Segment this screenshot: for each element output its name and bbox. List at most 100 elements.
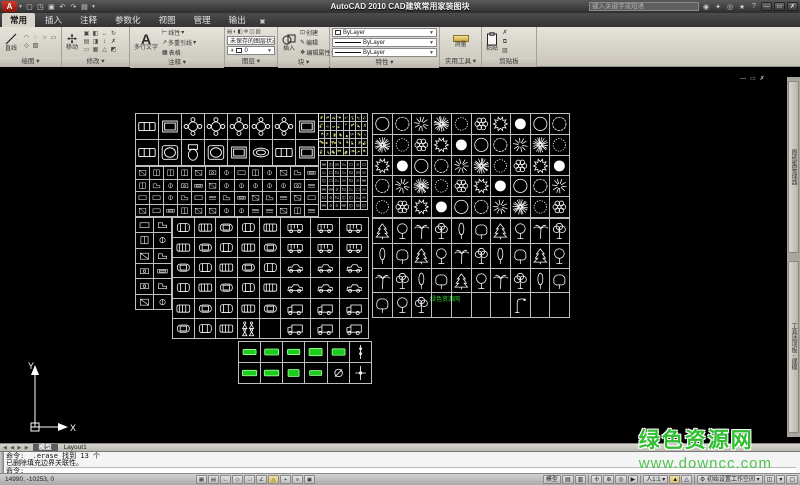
annotate-panel-label[interactable]: 注释 ▾: [130, 58, 224, 68]
draw-panel-label[interactable]: 绘图 ▾: [0, 57, 61, 67]
dw-restore-icon[interactable]: ▭: [750, 76, 760, 82]
clean-screen-icon[interactable]: ▢: [786, 475, 798, 484]
snap-toggle-icon[interactable]: ▦: [196, 475, 207, 484]
line-button[interactable]: 直线: [2, 32, 20, 53]
pan-icon[interactable]: ✢: [591, 475, 602, 484]
trim-icon[interactable]: ✗: [109, 38, 118, 46]
stretch-icon[interactable]: ↔: [100, 30, 109, 38]
steering-wheel-icon[interactable]: ◎: [615, 475, 626, 484]
linetype-dropdown[interactable]: ByLayer▼: [332, 48, 437, 57]
ribbon-tab-3[interactable]: 参数化: [107, 13, 149, 27]
favorites-star-icon[interactable]: ★: [737, 3, 747, 11]
layer-off-icon[interactable]: ◐: [233, 29, 236, 35]
redo-icon[interactable]: ↷: [68, 3, 79, 11]
dyn-toggle-icon[interactable]: +: [280, 475, 291, 484]
close-icon[interactable]: ✗: [787, 2, 798, 11]
block-panel-label[interactable]: 块 ▾: [278, 58, 329, 68]
break-icon[interactable]: ◩: [109, 46, 118, 54]
offset-icon[interactable]: ◨: [91, 38, 100, 46]
mtext-button[interactable]: A 多行文字: [132, 33, 160, 52]
layers-panel-label[interactable]: 图层 ▾: [225, 57, 277, 67]
toolbar-lock-icon[interactable]: ◫: [764, 475, 776, 484]
layer-tools-row[interactable]: ▤◐◧❄◫▥: [227, 29, 275, 35]
linear-dim-button[interactable]: ⊢线性 ▾: [162, 28, 196, 37]
model-space-button[interactable]: 模型: [543, 475, 561, 484]
arc-icon[interactable]: ◠: [22, 34, 31, 42]
help-icon[interactable]: ?: [749, 3, 759, 10]
undo-icon[interactable]: ↶: [57, 3, 68, 11]
layer-dropdown[interactable]: ☀ 0▼: [227, 46, 275, 55]
ribbon-tab-4[interactable]: 视图: [151, 13, 184, 27]
revision-cloud-icon[interactable]: ◌: [31, 34, 40, 42]
paste-button[interactable]: 粘贴: [484, 32, 500, 53]
autoscale-icon[interactable]: △: [681, 475, 692, 484]
array-icon[interactable]: ▦: [91, 46, 100, 54]
sheet-set-manager-tab[interactable]: 图纸集管理器: [788, 81, 799, 253]
workspace-switcher[interactable]: ⚙ 初始设置工作空间 ▾: [697, 475, 763, 484]
layer-match-icon[interactable]: ▥: [256, 29, 261, 35]
exchange-icon[interactable]: ✦: [713, 3, 723, 11]
help-search-input[interactable]: [589, 2, 699, 11]
save-icon[interactable]: ▣: [46, 3, 57, 11]
plot-icon[interactable]: ▤: [79, 3, 90, 11]
command-window[interactable]: 命令: _.erase 找到 13 个 已删除填充边界关联性。 命令:: [0, 451, 800, 473]
ribbon-tab-1[interactable]: 插入: [37, 13, 70, 27]
autocad-logo-icon[interactable]: A: [2, 1, 17, 12]
move-button[interactable]: ✢ 移动: [64, 33, 80, 52]
fillet-icon[interactable]: ▭: [82, 46, 91, 54]
ribbon-minimize-icon[interactable]: ▣: [260, 18, 266, 27]
modify-tools-cluster[interactable]: ▣◧↔↻ ▤◨↕✗ ▭▦△◩: [82, 30, 118, 54]
layer-lock-icon[interactable]: ◫: [249, 29, 254, 35]
dw-close-icon[interactable]: ✗: [760, 76, 769, 82]
rotate-icon[interactable]: ↻: [109, 30, 118, 38]
mirror-icon[interactable]: ◧: [91, 30, 100, 38]
layer-state-dropdown[interactable]: 未保存的图层状态▼: [227, 36, 275, 45]
ribbon-tab-6[interactable]: 输出: [221, 13, 254, 27]
communication-center-icon[interactable]: ◎: [725, 3, 735, 11]
layer-isolate-icon[interactable]: ◧: [238, 29, 243, 35]
open-icon[interactable]: ◳: [35, 3, 46, 11]
zoom-icon[interactable]: ⊕: [603, 475, 614, 484]
grid-toggle-icon[interactable]: ▤: [208, 475, 219, 484]
ducs-toggle-icon[interactable]: △: [268, 475, 279, 484]
command-resize-grip[interactable]: [0, 452, 4, 474]
ortho-toggle-icon[interactable]: ∟: [220, 475, 231, 484]
copy-clip-icon[interactable]: ⧉: [502, 38, 508, 46]
ribbon-tab-2[interactable]: 注释: [72, 13, 105, 27]
table-button[interactable]: ▦表格: [162, 48, 196, 57]
measure-button[interactable]: 测量: [451, 35, 471, 49]
lwt-toggle-icon[interactable]: ≡: [292, 475, 303, 484]
ribbon-tab-0[interactable]: 常用: [2, 13, 35, 27]
cut-icon[interactable]: ✗: [502, 29, 508, 37]
qp-toggle-icon[interactable]: ▣: [304, 475, 315, 484]
showmotion-icon[interactable]: ▶: [628, 475, 639, 484]
menu-browser-caret-icon[interactable]: ▼: [18, 4, 23, 10]
restore-icon[interactable]: ▭: [774, 2, 785, 11]
quick-access-caret-icon[interactable]: ▼: [91, 4, 96, 10]
otrack-toggle-icon[interactable]: ∠: [256, 475, 267, 484]
hatch-icon[interactable]: ▨: [31, 42, 40, 50]
annotation-visibility-icon[interactable]: ▲: [669, 475, 680, 484]
lineweight-dropdown[interactable]: ByLayer▼: [332, 38, 437, 47]
status-menu-caret-icon[interactable]: ▾: [776, 475, 785, 484]
object-color-dropdown[interactable]: ByLayer▼: [332, 28, 437, 37]
new-icon[interactable]: ▢: [24, 3, 35, 11]
quickview-drawings-icon[interactable]: ▥: [575, 475, 587, 484]
properties-panel-label[interactable]: 特性 ▾: [330, 58, 439, 68]
draw-tools-cluster[interactable]: ◠◌ ○▭ ◇▨: [22, 34, 58, 50]
copy-icon[interactable]: ▣: [82, 30, 91, 38]
scale-icon[interactable]: ↕: [100, 38, 109, 46]
insert-block-button[interactable]: 插入: [280, 33, 298, 53]
match-properties-icon[interactable]: ▥: [502, 47, 508, 55]
ellipse-icon[interactable]: ◇: [22, 42, 31, 50]
minimize-icon[interactable]: —: [761, 2, 772, 11]
binoculars-search-icon[interactable]: ◉: [701, 3, 711, 11]
erase-icon[interactable]: ▤: [82, 38, 91, 46]
explode-icon[interactable]: △: [100, 46, 109, 54]
circle-icon[interactable]: ○: [40, 34, 49, 42]
rectangle-icon[interactable]: ▭: [49, 34, 58, 42]
dw-minimize-icon[interactable]: —: [740, 76, 750, 82]
layer-properties-icon[interactable]: ▤: [227, 29, 232, 35]
drawing-canvas[interactable]: —▭✗ Y X 绿色资源网 图纸集管理器 工具选项板 - 建模: [0, 67, 800, 443]
modify-panel-label[interactable]: 修改 ▾: [62, 57, 129, 67]
